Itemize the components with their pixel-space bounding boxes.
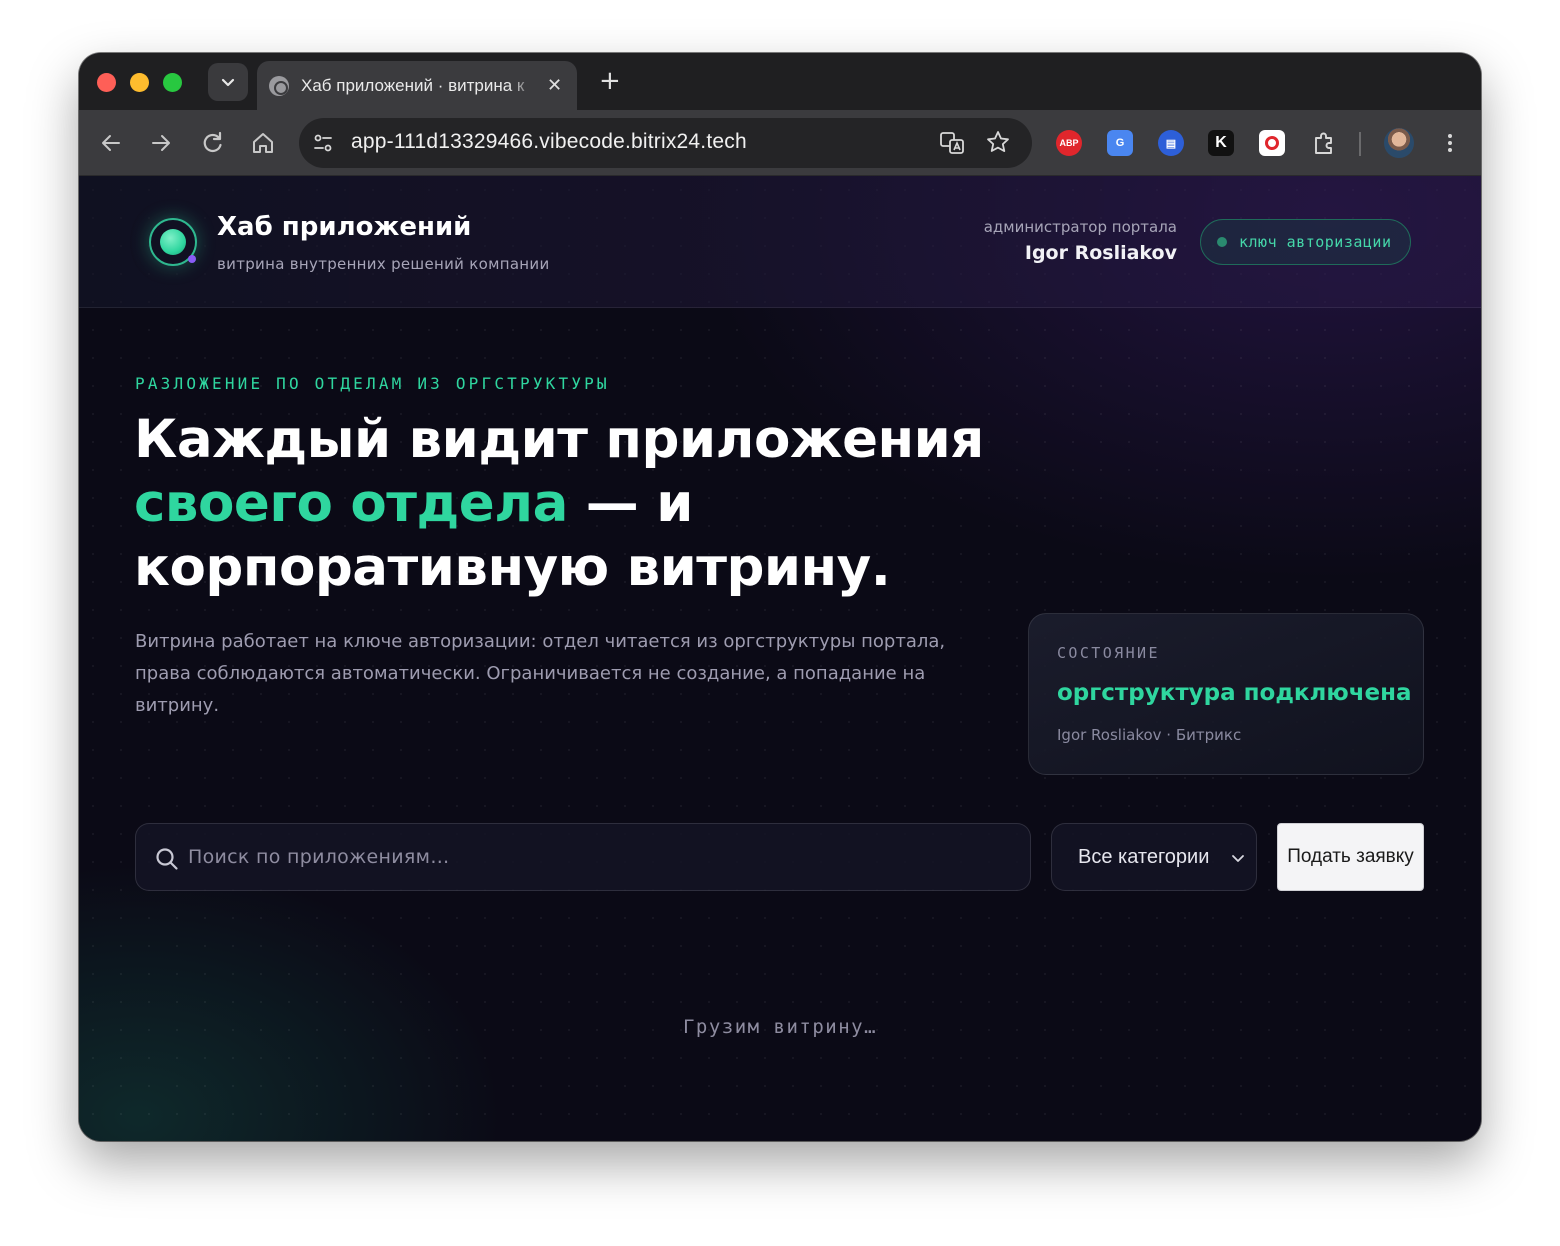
bookmark-star-icon[interactable] xyxy=(985,129,1011,155)
address-bar[interactable]: app-111d13329466.vibecode.bitrix24.tech xyxy=(299,118,1032,168)
new-tab-button[interactable]: + xyxy=(599,67,621,95)
adblock-extension-icon[interactable]: ABP xyxy=(1056,130,1082,156)
submit-request-button[interactable]: Подать заявку xyxy=(1277,823,1424,891)
tab-search-button[interactable] xyxy=(208,63,248,101)
search-input[interactable] xyxy=(188,824,1008,890)
chevron-down-icon xyxy=(1232,855,1244,862)
category-select[interactable]: Все категории xyxy=(1051,823,1257,891)
loading-indicator: Грузим витрину… xyxy=(682,1016,878,1038)
globe-icon xyxy=(269,75,289,96)
brand-subtitle: витрина внутренних решений компании xyxy=(217,255,550,273)
page-content: Хаб приложений витрина внутренних решени… xyxy=(79,176,1481,1141)
status-card: СОСТОЯНИЕ оргструктура подключена Igor R… xyxy=(1028,613,1424,775)
url-text[interactable]: app-111d13329466.vibecode.bitrix24.tech xyxy=(351,130,747,154)
toolbar-divider xyxy=(1359,132,1361,156)
brand-title: Хаб приложений xyxy=(217,212,472,242)
forward-icon[interactable] xyxy=(146,128,176,158)
auth-key-label: ключ авторизации xyxy=(1239,233,1392,251)
status-value: оргструктура подключена xyxy=(1057,680,1412,706)
home-icon[interactable] xyxy=(248,128,278,158)
maximize-window-button[interactable] xyxy=(163,73,182,92)
status-meta: Igor Rosliakov · Битрикс xyxy=(1057,726,1242,744)
search-icon xyxy=(154,846,180,872)
k-extension-icon[interactable]: K xyxy=(1208,130,1234,156)
docs-extension-icon[interactable]: ▤ xyxy=(1158,130,1184,156)
close-window-button[interactable] xyxy=(97,73,116,92)
status-dot-icon xyxy=(1217,237,1227,247)
minimize-window-button[interactable] xyxy=(130,73,149,92)
close-tab-icon[interactable]: ✕ xyxy=(547,75,562,96)
tab-bar: Хаб приложений · витрина к ✕ + xyxy=(79,53,1481,110)
chevron-down-icon xyxy=(221,78,235,87)
hero-title: Каждый видит приложения своего отдела — и… xyxy=(134,408,1014,600)
google-translate-extension-icon[interactable]: G xyxy=(1107,130,1133,156)
hero-title-accent: своего отдела xyxy=(134,473,568,534)
translate-icon[interactable] xyxy=(939,130,965,156)
category-selected-value: Все категории xyxy=(1078,845,1210,868)
hero-eyebrow: РАЗЛОЖЕНИЕ ПО ОТДЕЛАМ ИЗ ОРГСТРУКТУРЫ xyxy=(135,374,610,393)
reload-icon[interactable] xyxy=(197,128,227,158)
app-logo-icon xyxy=(149,218,197,266)
browser-toolbar: app-111d13329466.vibecode.bitrix24.tech … xyxy=(79,110,1481,176)
admin-name: Igor Rosliakov xyxy=(1024,242,1177,264)
record-extension-icon[interactable] xyxy=(1259,130,1285,156)
app-header: Хаб приложений витрина внутренних решени… xyxy=(79,176,1481,308)
extensions-puzzle-icon[interactable] xyxy=(1310,129,1338,157)
back-icon[interactable] xyxy=(96,128,126,158)
site-settings-icon[interactable] xyxy=(311,131,335,155)
profile-avatar[interactable] xyxy=(1384,128,1414,158)
admin-role: администратор портала xyxy=(983,218,1177,236)
active-tab[interactable]: Хаб приложений · витрина к ✕ xyxy=(257,61,577,110)
auth-key-badge: ключ авторизации xyxy=(1200,219,1411,265)
hero-title-part1: Каждый видит приложения xyxy=(134,409,984,470)
tab-title: Хаб приложений · витрина к xyxy=(301,75,525,95)
status-label: СОСТОЯНИЕ xyxy=(1057,644,1160,662)
browser-window: Хаб приложений · витрина к ✕ + app-111d1… xyxy=(79,53,1481,1141)
hero-description: Витрина работает на ключе авторизации: о… xyxy=(135,631,946,716)
more-menu-icon[interactable] xyxy=(1435,128,1465,158)
search-box xyxy=(135,823,1031,891)
